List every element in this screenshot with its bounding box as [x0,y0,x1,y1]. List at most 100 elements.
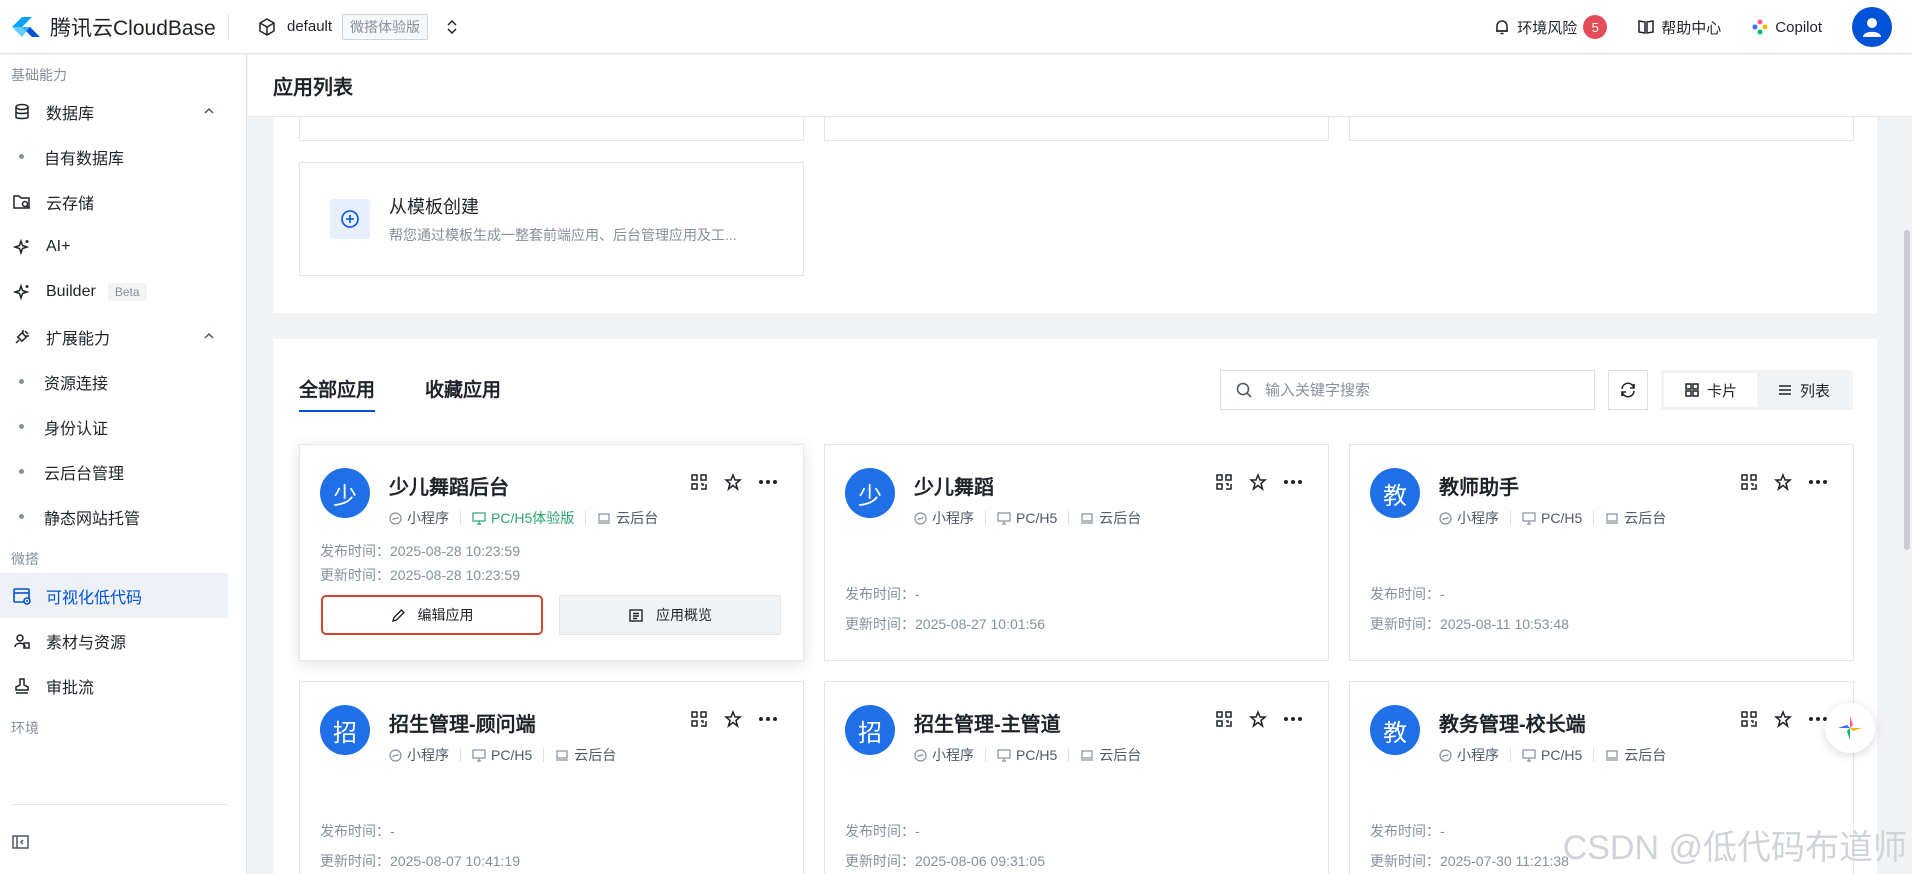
bullet [19,424,24,429]
copilot-link[interactable]: Copilot [1751,18,1822,36]
tag-pch5: PC/H5 [472,747,532,763]
plus-circle-icon [330,199,370,239]
tag-backend: 云后台 [1080,745,1141,765]
qrcode-icon[interactable] [1740,710,1758,728]
qrcode-icon[interactable] [1215,710,1233,728]
create-option-card[interactable] [299,117,804,141]
qrcode-icon[interactable] [690,473,708,491]
divider [985,748,986,762]
app-card[interactable]: 招 招生管理-主管道 小程序 PC/H5 云后台 发布时间：- 更新时间：202… [824,681,1329,874]
app-avatar: 少 [845,468,895,518]
star-icon[interactable] [724,710,742,728]
sidebar-item-resource-connect[interactable]: 资源连接 [0,359,246,404]
publish-value: 2025-08-28 10:23:59 [390,543,520,559]
brand[interactable]: 腾讯云CloudBase [0,0,228,53]
view-card-button[interactable]: 卡片 [1664,373,1757,407]
tag-label: PC/H5 [1016,747,1058,763]
switch-arrows-icon[interactable] [444,18,460,36]
create-option-card[interactable] [1349,117,1854,141]
template-desc: 帮您通过模板生成一整套前端应用、后台管理应用及工... [389,227,737,243]
publish-value: - [915,586,920,602]
tab-favorite-apps[interactable]: 收藏应用 [425,375,501,412]
qrcode-icon[interactable] [1740,473,1758,491]
bullet [19,154,24,159]
env-selector[interactable]: default 微搭体验版 [257,0,460,53]
more-icon[interactable] [1283,710,1303,728]
star-icon[interactable] [724,473,742,491]
miniprogram-icon [1439,748,1452,762]
star-icon[interactable] [1249,473,1267,491]
laptop-icon [556,749,569,761]
sidebar-item-label: 资源连接 [44,375,109,393]
sidebar-item-builder[interactable]: Builder Beta [0,269,246,314]
update-label: 更新时间： [845,853,915,869]
tag-label: 云后台 [1624,510,1667,526]
app-card[interactable]: 招 招生管理-顾问端 小程序 PC/H5 云后台 发布时间：- 更新时间：202… [299,681,804,874]
qrcode-icon[interactable] [1215,473,1233,491]
sidebar-item-auth[interactable]: 身份认证 [0,404,246,449]
sidebar-item-storage[interactable]: 云存储 [0,179,246,224]
chevron-up-icon [204,107,214,114]
sidebar: 基础能力 数据库 自有数据库 云存储 AI+ Builder Beta 扩展能力… [0,55,247,874]
edit-app-label: 编辑应用 [417,607,474,623]
more-icon[interactable] [758,473,778,491]
update-value: 2025-08-27 10:01:56 [915,616,1045,632]
more-icon[interactable] [758,710,778,728]
env-risk-link[interactable]: 环境风险 5 [1493,15,1608,39]
tab-all-apps[interactable]: 全部应用 [299,375,376,412]
create-from-template-card[interactable]: 从模板创建 帮您通过模板生成一整套前端应用、后台管理应用及工... [299,162,804,276]
env-name: default [287,18,333,35]
publish-time: 发布时间：- [1370,584,1445,604]
divider [460,748,461,762]
laptop-icon [1081,749,1094,761]
search-input[interactable] [1265,381,1565,399]
scrollbar[interactable] [1904,230,1910,550]
divider [1510,748,1511,762]
sidebar-item-extensions[interactable]: 扩展能力 [0,314,246,359]
sidebar-item-lowcode[interactable]: 可视化低代码 [0,573,228,618]
app-card[interactable]: 教 教师助手 小程序 PC/H5 云后台 发布时间：- 更新时间：2025-08… [1349,444,1854,661]
sidebar-group-weida: 微搭 [11,551,39,567]
user-avatar[interactable] [1852,7,1892,47]
overview-icon [629,608,643,622]
update-value: 2025-07-30 11:21:38 [1440,853,1569,869]
sidebar-group-basic: 基础能力 [11,67,67,83]
tag-pch5-trial: PC/H5体验版 [472,508,574,528]
star-icon[interactable] [1774,473,1792,491]
app-overview-button[interactable]: 应用概览 [559,595,781,635]
app-card[interactable]: 少 少儿舞蹈 小程序 PC/H5 云后台 发布时间：- 更新时间：2025-08… [824,444,1329,661]
divider [228,13,229,40]
edit-app-button[interactable]: 编辑应用 [321,595,543,635]
list-icon [1778,385,1791,395]
view-card-label: 卡片 [1706,382,1737,400]
star-icon[interactable] [1249,710,1267,728]
create-panel: 从模板创建 帮您通过模板生成一整套前端应用、后台管理应用及工... [273,117,1877,313]
more-icon[interactable] [1283,473,1303,491]
view-list-button[interactable]: 列表 [1757,373,1850,407]
sidebar-item-own-database[interactable]: 自有数据库 [0,134,246,179]
collapse-sidebar-icon[interactable] [11,833,31,851]
qrcode-icon[interactable] [690,710,708,728]
divider [543,748,545,762]
tag-miniprogram: 小程序 [389,508,449,528]
app-card[interactable]: 少 少儿舞蹈后台 小程序 PC/H5体验版 云后台 发布时间：2025-08-2… [299,444,804,661]
create-option-card[interactable] [824,117,1329,141]
monitor-icon [1522,748,1536,762]
user-resource-icon [11,630,33,652]
sparkle-icon [11,236,33,258]
publish-time: 发布时间：- [845,584,920,604]
sidebar-item-database[interactable]: 数据库 [0,89,246,134]
star-icon[interactable] [1774,710,1792,728]
tag-label: PC/H5 [1541,510,1583,526]
help-center-link[interactable]: 帮助中心 [1637,17,1721,38]
floating-ai-button[interactable] [1825,703,1875,753]
app-platform-tags: 小程序 PC/H5 云后台 [1439,508,1666,528]
sidebar-item-static-hosting[interactable]: 静态网站托管 [0,494,246,539]
sidebar-item-materials[interactable]: 素材与资源 [0,618,246,663]
sidebar-item-approval[interactable]: 审批流 [0,663,246,708]
sidebar-item-ai[interactable]: AI+ [0,224,246,269]
refresh-button[interactable] [1608,370,1648,410]
sidebar-item-backend-mgmt[interactable]: 云后台管理 [0,449,246,494]
more-icon[interactable] [1808,473,1828,491]
sparkle-icon [11,281,33,303]
